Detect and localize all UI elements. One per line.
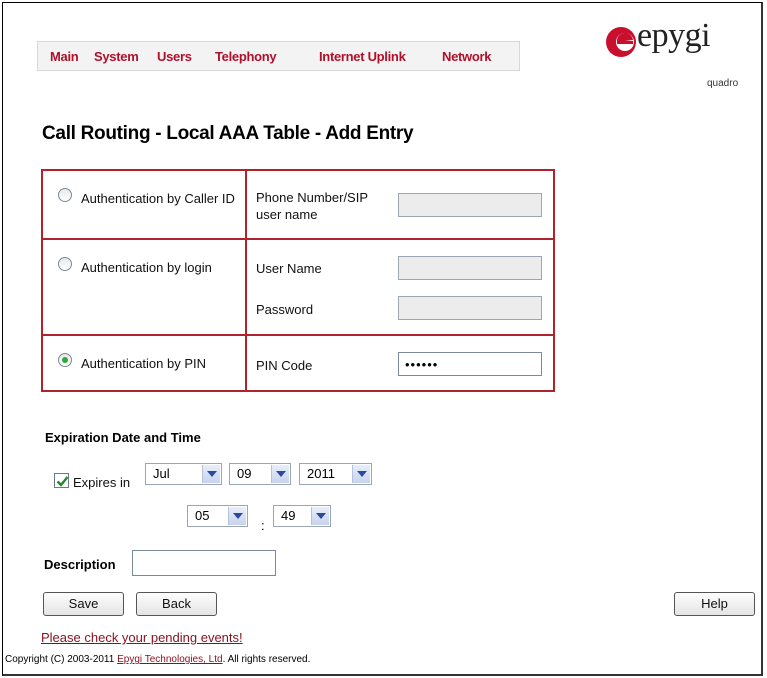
- caller-id-option-label: Authentication by Caller ID: [81, 191, 235, 206]
- company-link[interactable]: Epygi Technologies, Ltd: [117, 654, 222, 665]
- hour-value: 05: [195, 508, 210, 523]
- day-select[interactable]: 09: [229, 463, 291, 485]
- chevron-down-icon: [271, 465, 289, 483]
- password-label: Password: [256, 302, 314, 317]
- minute-value: 49: [281, 508, 296, 523]
- year-select[interactable]: 2011: [299, 463, 372, 485]
- epygi-logo: epygi quadro: [604, 17, 744, 95]
- expires-in-label: Expires in: [73, 475, 131, 490]
- nav-item-network[interactable]: Network: [442, 49, 492, 64]
- epygi-logo-icon: [606, 27, 636, 57]
- minute-select[interactable]: 49: [273, 505, 331, 527]
- nav-item-main[interactable]: Main: [50, 49, 79, 64]
- table-divider-2: [43, 334, 553, 336]
- nav-item-telephony[interactable]: Telephony: [215, 49, 277, 64]
- pin-code-input[interactable]: [398, 352, 542, 376]
- username-input[interactable]: [398, 256, 542, 280]
- copyright-suffix: . All rights reserved.: [222, 654, 311, 665]
- logo-product-text: quadro: [707, 78, 739, 89]
- table-divider-1: [43, 238, 553, 240]
- page-title: Call Routing - Local AAA Table - Add Ent…: [42, 123, 414, 144]
- top-navigation: Main System Users Telephony Internet Upl…: [37, 41, 520, 71]
- pending-events-link[interactable]: Please check your pending events!: [41, 630, 243, 645]
- checkmark-icon: [56, 476, 69, 487]
- username-label: User Name: [256, 261, 322, 276]
- back-button[interactable]: Back: [136, 592, 217, 616]
- pin-code-label: PIN Code: [256, 358, 313, 373]
- month-select[interactable]: Jul: [145, 463, 222, 485]
- authentication-table: Authentication by Caller ID Phone Number…: [41, 169, 555, 392]
- copyright-footer: Copyright (C) 2003-2011 Epygi Technologi…: [5, 654, 310, 665]
- table-divider-vertical: [245, 171, 247, 390]
- login-option-label: Authentication by login: [81, 260, 212, 275]
- help-button[interactable]: Help: [674, 592, 755, 616]
- expiration-section-title: Expiration Date and Time: [45, 430, 201, 445]
- pin-option-label: Authentication by PIN: [81, 356, 207, 371]
- radio-caller-id[interactable]: [58, 188, 72, 202]
- time-separator: :: [261, 518, 265, 533]
- radio-login[interactable]: [58, 257, 72, 271]
- copyright-prefix: Copyright (C) 2003-2011: [5, 654, 118, 665]
- save-button[interactable]: Save: [43, 592, 124, 616]
- radio-pin[interactable]: [58, 353, 72, 367]
- chevron-down-icon: [228, 507, 246, 525]
- month-value: Jul: [153, 466, 170, 481]
- chevron-down-icon: [352, 465, 370, 483]
- chevron-down-icon: [311, 507, 329, 525]
- hour-select[interactable]: 05: [187, 505, 248, 527]
- chevron-down-icon: [202, 465, 220, 483]
- page-frame: Main System Users Telephony Internet Upl…: [2, 2, 763, 676]
- expires-checkbox[interactable]: [54, 473, 69, 488]
- year-value: 2011: [307, 466, 335, 481]
- password-input[interactable]: [398, 296, 542, 320]
- logo-brand-text: epygi: [637, 17, 711, 54]
- nav-item-internet-uplink[interactable]: Internet Uplink: [319, 49, 406, 64]
- description-label: Description: [44, 557, 116, 572]
- day-value: 09: [237, 466, 252, 481]
- nav-item-system[interactable]: System: [94, 49, 139, 64]
- nav-item-users[interactable]: Users: [157, 49, 192, 64]
- phone-number-input[interactable]: [398, 193, 542, 217]
- phone-number-label: Phone Number/SIP user name: [256, 190, 368, 222]
- description-input[interactable]: [132, 550, 276, 576]
